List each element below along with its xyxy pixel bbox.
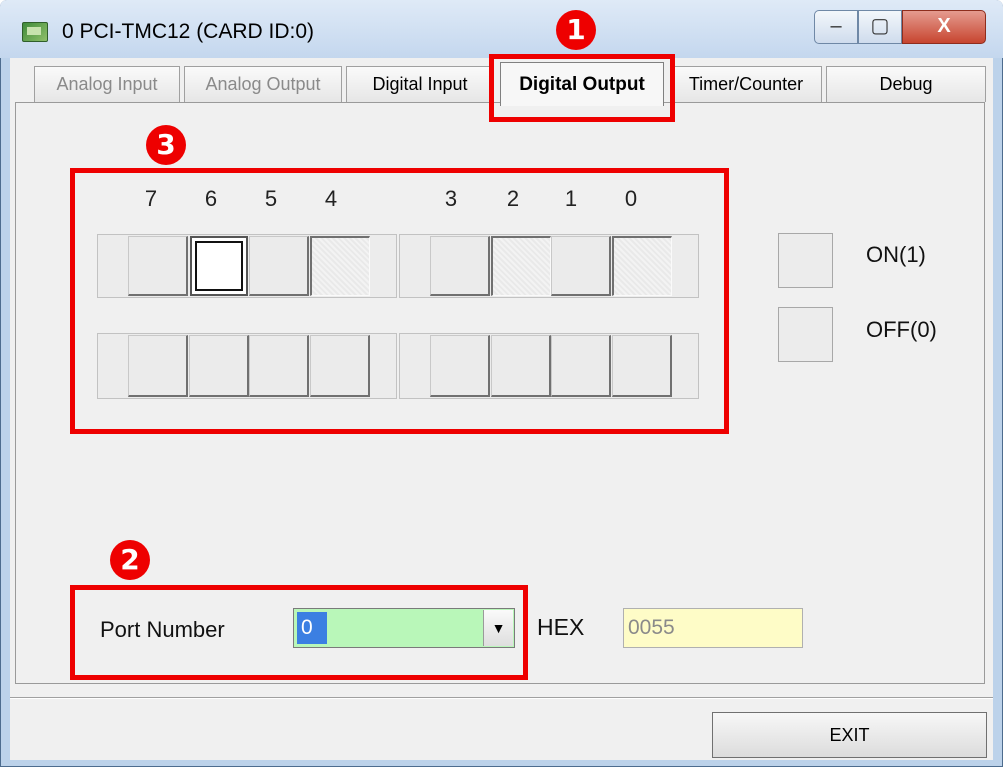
- legend-on-label: ON(1): [866, 242, 926, 267]
- status-separator: [10, 697, 993, 699]
- annotation-marker-1: 1: [556, 10, 596, 50]
- tab-debug[interactable]: Debug: [826, 66, 986, 102]
- tab-analog-input[interactable]: Analog Input: [34, 66, 180, 102]
- close-button[interactable]: X: [902, 10, 986, 44]
- exit-button[interactable]: EXIT: [712, 712, 987, 758]
- legend-on-swatch: [778, 233, 833, 288]
- window-title: 0 PCI-TMC12 (CARD ID:0): [62, 20, 315, 43]
- annotation-marker-3: 3: [146, 125, 186, 165]
- annotation-marker-2: 2: [110, 540, 150, 580]
- legend-off-swatch: [778, 307, 833, 362]
- tab-digital-output[interactable]: Digital Output: [500, 62, 664, 106]
- annotation-box-2: [70, 585, 528, 680]
- tab-timer-counter[interactable]: Timer/Counter: [670, 66, 822, 102]
- annotation-box-3: [70, 168, 729, 434]
- maximize-button[interactable]: ▢: [858, 10, 902, 44]
- tab-analog-output[interactable]: Analog Output: [184, 66, 342, 102]
- hex-label: HEX: [537, 614, 585, 640]
- title-bar[interactable]: 0 PCI-TMC12 (CARD ID:0) – ▢ X: [0, 0, 1003, 58]
- tab-digital-input[interactable]: Digital Input: [346, 66, 494, 102]
- app-icon: [22, 22, 48, 42]
- hex-value-field: 0055: [623, 608, 803, 648]
- minimize-button[interactable]: –: [814, 10, 858, 44]
- legend-off-label: OFF(0): [866, 317, 937, 342]
